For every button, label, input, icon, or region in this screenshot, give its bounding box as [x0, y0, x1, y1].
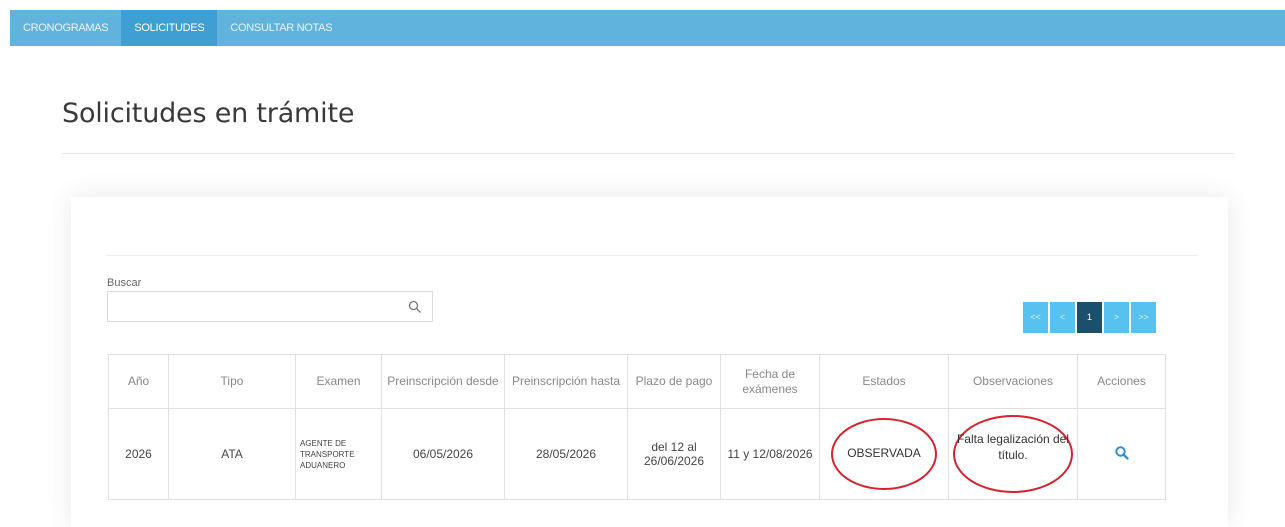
pager-prev-button[interactable]: < — [1050, 302, 1075, 333]
header-estados[interactable]: Estados — [819, 354, 949, 409]
cell-examen: AGENTE DE TRANSPORTE ADUANERO — [295, 408, 382, 500]
nav-item-solicitudes[interactable]: SOLICITUDES — [121, 10, 218, 46]
header-preins-desde[interactable]: Preinscripción desde — [381, 354, 505, 409]
requests-table: Año Tipo Examen Preinscripción desde Pre… — [108, 354, 1166, 500]
table-header-row: Año Tipo Examen Preinscripción desde Pre… — [108, 354, 1166, 409]
header-preins-hasta[interactable]: Preinscripción hasta — [504, 354, 628, 409]
cell-preins-hasta: 28/05/2026 — [504, 408, 628, 500]
cell-anio: 2026 — [108, 408, 169, 500]
pager-next-button[interactable]: > — [1104, 302, 1129, 333]
header-anio[interactable]: Año — [108, 354, 169, 409]
cell-estado: OBSERVADA — [819, 408, 949, 500]
view-details-search-icon[interactable] — [1114, 445, 1130, 461]
nav-item-consultar-notas[interactable]: CONSULTAR NOTAS — [217, 10, 345, 46]
header-fecha-examenes[interactable]: Fecha de exámenes — [720, 354, 820, 409]
nav-item-cronogramas[interactable]: CRONOGRAMAS — [10, 10, 121, 46]
pager-page-1-button[interactable]: 1 — [1077, 302, 1102, 333]
top-nav-bar: CRONOGRAMAS SOLICITUDES CONSULTAR NOTAS — [10, 10, 1285, 46]
search-icon[interactable] — [408, 300, 422, 314]
page-title: Solicitudes en trámite — [62, 98, 355, 129]
pagination: << < 1 > >> — [1023, 302, 1158, 333]
header-observaciones[interactable]: Observaciones — [948, 354, 1078, 409]
pager-last-button[interactable]: >> — [1131, 302, 1156, 333]
title-divider — [62, 153, 1234, 154]
search-input[interactable] — [108, 292, 400, 321]
examen-text: AGENTE DE TRANSPORTE ADUANERO — [300, 438, 355, 470]
cell-acciones — [1077, 408, 1166, 500]
header-plazo-pago[interactable]: Plazo de pago — [627, 354, 721, 409]
table-row: 2026 ATA AGENTE DE TRANSPORTE ADUANERO 0… — [108, 408, 1166, 500]
header-examen[interactable]: Examen — [295, 354, 382, 409]
cell-plazo-pago: del 12 al 26/06/2026 — [627, 408, 721, 500]
status-badge: OBSERVADA — [831, 418, 937, 490]
observation-text: Falta legalización del título. — [953, 415, 1073, 493]
header-acciones: Acciones — [1077, 354, 1166, 409]
cell-fecha-examenes: 11 y 12/08/2026 — [720, 408, 820, 500]
cell-preins-desde: 06/05/2026 — [381, 408, 505, 500]
cell-observaciones: Falta legalización del título. — [948, 408, 1078, 500]
header-tipo[interactable]: Tipo — [168, 354, 296, 409]
search-field[interactable] — [107, 291, 433, 322]
pager-first-button[interactable]: << — [1023, 302, 1048, 333]
search-label: Buscar — [107, 277, 142, 289]
card-divider — [107, 255, 1197, 256]
requests-card: Buscar << < 1 > >> Año Tipo Examen Prein… — [71, 197, 1228, 527]
cell-tipo: ATA — [168, 408, 296, 500]
